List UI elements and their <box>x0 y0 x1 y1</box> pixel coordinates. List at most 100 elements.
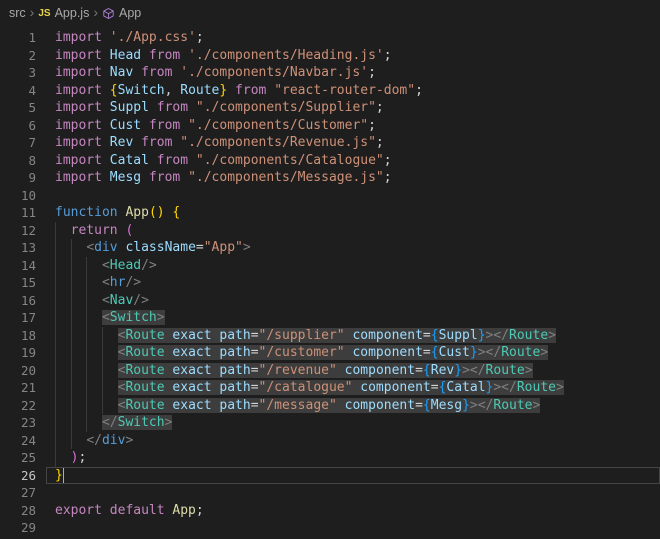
code-text: <hr/> <box>55 274 660 292</box>
code-line[interactable]: 13 <div className="App"> <box>0 239 660 257</box>
code-line[interactable]: 10 <box>0 187 660 205</box>
line-number[interactable]: 12 <box>0 222 36 240</box>
code-line[interactable]: 28 export default App; <box>0 502 660 520</box>
line-number[interactable]: 27 <box>0 484 36 502</box>
line-number[interactable]: 4 <box>0 82 36 100</box>
line-number[interactable]: 21 <box>0 379 36 397</box>
code-line[interactable]: 24 </div> <box>0 431 660 450</box>
code-line[interactable]: 17 <Switch> <box>0 309 660 327</box>
code-line[interactable]: 18 <Route exact path="/supplier" compone… <box>0 326 660 345</box>
code-token: = <box>195 240 204 255</box>
line-number[interactable]: 9 <box>0 169 36 187</box>
code-token: < <box>101 257 110 273</box>
code-token: from <box>148 100 196 115</box>
line-number[interactable]: 16 <box>0 292 36 310</box>
editor-code-area[interactable]: 1 import './App.css'; 2 import Head from '.… <box>0 26 660 537</box>
code-token: component <box>344 362 416 378</box>
code-line[interactable]: 4 import {Switch, Route} from "react-rout… <box>0 82 660 100</box>
line-number[interactable]: 6 <box>0 117 36 135</box>
code-token: = <box>250 345 259 360</box>
line-number[interactable]: 2 <box>0 47 36 65</box>
indent-guide <box>70 326 72 344</box>
code-text: import Mesg from "./components/Message.j… <box>55 169 660 187</box>
code-token: "App" <box>203 240 243 255</box>
line-number[interactable]: 28 <box>0 502 36 520</box>
line-number[interactable]: 1 <box>0 29 36 47</box>
code-token: { <box>422 362 431 378</box>
line-number[interactable]: 7 <box>0 134 36 152</box>
code-token: ; <box>368 65 376 80</box>
code-token: () { <box>148 205 181 220</box>
code-line[interactable]: 26} <box>0 466 660 485</box>
text-cursor <box>62 467 65 483</box>
code-line[interactable]: 3 import Nav from './components/Navbar.js… <box>0 64 660 82</box>
code-text: <Route exact path="/revenue" component={… <box>55 361 660 379</box>
line-number[interactable]: 25 <box>0 449 36 467</box>
line-number[interactable]: 26 <box>0 467 36 485</box>
line-number[interactable]: 15 <box>0 274 36 292</box>
line-number[interactable]: 8 <box>0 152 36 170</box>
code-token: "/catalogue" <box>258 380 353 395</box>
breadcrumb-item-src[interactable]: src <box>9 6 26 20</box>
line-number[interactable]: 3 <box>0 64 36 82</box>
code-token: Route <box>485 362 525 378</box>
indent-guide <box>55 431 56 449</box>
breadcrumb-item-file[interactable]: JS App.js <box>38 6 89 20</box>
code-line[interactable]: 23 </Switch> <box>0 414 660 432</box>
line-number[interactable]: 20 <box>0 362 36 380</box>
code-line[interactable]: 29 <box>0 519 660 537</box>
code-text: <Head/> <box>55 256 660 274</box>
code-token: Catal <box>109 152 149 168</box>
code-line[interactable]: 5 import Suppl from "./components/Supplie… <box>0 99 660 117</box>
code-line[interactable]: 8 import Catal from "./components/Catalog… <box>0 152 660 170</box>
code-line[interactable]: 1 import './App.css'; <box>0 29 660 47</box>
code-text: </div> <box>55 431 660 449</box>
code-token: ></ <box>485 327 510 343</box>
indent-guide <box>101 361 103 379</box>
line-number[interactable]: 11 <box>0 204 36 222</box>
line-number[interactable]: 22 <box>0 397 36 415</box>
line-number[interactable]: 5 <box>0 99 36 117</box>
code-token: ; <box>383 152 392 168</box>
code-token: ( <box>125 222 134 238</box>
line-number[interactable]: 10 <box>0 187 36 205</box>
code-line[interactable]: 7 import Rev from "./components/Revenue.j… <box>0 134 660 152</box>
code-line[interactable]: 6 import Cust from "./components/Customer… <box>0 117 660 135</box>
line-number[interactable]: 17 <box>0 309 36 327</box>
code-line[interactable]: 19 <Route exact path="/customer" compone… <box>0 344 660 362</box>
code-line[interactable]: 14 <Head/> <box>0 256 660 275</box>
line-number[interactable]: 29 <box>0 519 36 537</box>
code-line[interactable]: 2 import Head from './components/Heading.… <box>0 47 660 65</box>
line-number[interactable]: 13 <box>0 239 36 257</box>
code-token: Route <box>509 327 549 343</box>
code-token: } <box>454 362 463 378</box>
code-token: > <box>156 310 165 325</box>
indent-guide <box>86 291 88 309</box>
code-token <box>336 397 345 413</box>
code-line[interactable]: 22 <Route exact path="/message" componen… <box>0 396 660 415</box>
code-token: Route <box>516 380 556 395</box>
line-number[interactable]: 23 <box>0 414 36 432</box>
indent-guide <box>70 344 72 362</box>
code-token: /> <box>141 257 157 273</box>
line-number[interactable]: 19 <box>0 344 36 362</box>
code-line[interactable]: 9 import Mesg from "./components/Message.… <box>0 169 660 187</box>
breadcrumb-item-app-symbol[interactable]: App <box>102 6 141 20</box>
code-token: = <box>415 397 423 413</box>
code-line[interactable]: 16 <Nav/> <box>0 291 660 310</box>
line-number[interactable]: 24 <box>0 432 36 450</box>
code-line[interactable]: 15 <hr/> <box>0 274 660 292</box>
code-line[interactable]: 21 <Route exact path="/catalogue" compon… <box>0 379 660 397</box>
code-line[interactable]: 25 ); <box>0 449 660 467</box>
code-token: hr <box>109 275 126 290</box>
code-line[interactable]: 11 function App() { <box>0 204 660 222</box>
code-line[interactable]: 27 <box>0 484 660 502</box>
indent-guide <box>55 274 56 292</box>
code-token: < <box>101 292 110 308</box>
line-number[interactable]: 14 <box>0 257 36 275</box>
code-line[interactable]: 12 return ( <box>0 221 660 240</box>
line-number[interactable]: 18 <box>0 327 36 345</box>
code-line[interactable]: 20 <Route exact path="/revenue" componen… <box>0 361 660 380</box>
code-token: Suppl <box>438 327 478 343</box>
